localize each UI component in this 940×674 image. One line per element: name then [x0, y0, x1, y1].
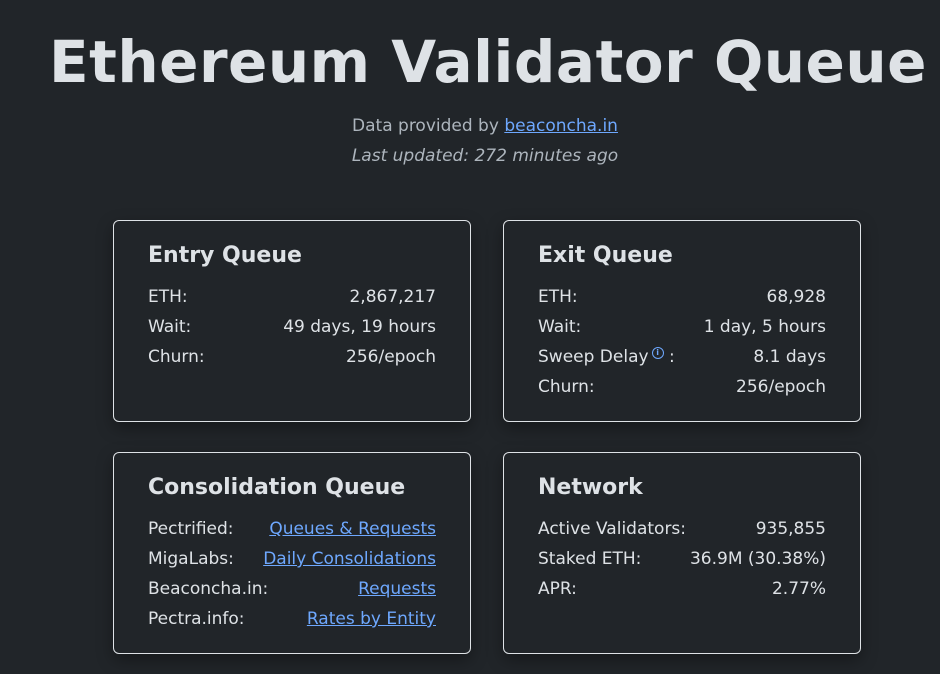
exit-wait-row: Wait: 1 day, 5 hours — [538, 312, 826, 342]
exit-sweep-delay-colon: : — [668, 347, 675, 367]
entry-queue-card: Entry Queue ETH: 2,867,217 Wait: 49 days… — [113, 220, 471, 422]
exit-sweep-delay-label: Sweep Delay — [538, 347, 649, 367]
exit-wait-label: Wait: — [538, 317, 582, 337]
exit-eth-row: ETH: 68,928 — [538, 282, 826, 312]
page-title: Ethereum Validator Queue — [48, 28, 928, 96]
active-validators-label: Active Validators: — [538, 519, 687, 539]
exit-sweep-delay-value: 8.1 days — [753, 347, 826, 367]
rates-by-entity-link[interactable]: Rates by Entity — [307, 609, 436, 629]
entry-churn-value: 256/epoch — [346, 347, 436, 367]
network-staked-eth-row: Staked ETH: 36.9M (30.38%) — [538, 544, 826, 574]
network-title: Network — [538, 475, 643, 500]
consolidation-pectra-info-row: Pectra.info: Rates by Entity — [148, 604, 436, 634]
exit-eth-label: ETH: — [538, 287, 578, 307]
consolidation-migalabs-row: MigaLabs: Daily Consolidations — [148, 544, 436, 574]
consolidation-queue-card: Consolidation Queue Pectrified: Queues &… — [113, 452, 471, 654]
entry-churn-row: Churn: 256/epoch — [148, 342, 436, 372]
exit-eth-value: 68,928 — [766, 287, 826, 307]
entry-wait-value: 49 days, 19 hours — [283, 317, 436, 337]
requests-link[interactable]: Requests — [358, 579, 436, 599]
exit-queue-card: Exit Queue ETH: 68,928 Wait: 1 day, 5 ho… — [503, 220, 861, 422]
entry-churn-label: Churn: — [148, 347, 205, 367]
staked-eth-label: Staked ETH: — [538, 549, 642, 569]
entry-wait-row: Wait: 49 days, 19 hours — [148, 312, 436, 342]
data-source-line: Data provided by beaconcha.in — [0, 116, 940, 136]
apr-label: APR: — [538, 579, 577, 599]
exit-churn-label: Churn: — [538, 377, 595, 397]
exit-churn-value: 256/epoch — [736, 377, 826, 397]
entry-eth-label: ETH: — [148, 287, 188, 307]
data-source-prefix: Data provided by — [352, 116, 505, 136]
queues-requests-link[interactable]: Queues & Requests — [269, 519, 436, 539]
apr-value: 2.77% — [771, 579, 826, 599]
exit-sweep-delay-row: Sweep Delay i : 8.1 days — [538, 342, 826, 372]
exit-queue-title: Exit Queue — [538, 243, 673, 268]
exit-wait-value: 1 day, 5 hours — [703, 317, 826, 337]
network-card: Network Active Validators: 935,855 Stake… — [503, 452, 861, 654]
beaconchain-link[interactable]: beaconcha.in — [504, 116, 618, 136]
beaconchain-label: Beaconcha.in: — [148, 579, 269, 599]
pectrified-label: Pectrified: — [148, 519, 234, 539]
last-updated: Last updated: 272 minutes ago — [351, 146, 619, 166]
consolidation-queue-title: Consolidation Queue — [148, 475, 406, 500]
entry-wait-label: Wait: — [148, 317, 192, 337]
entry-eth-row: ETH: 2,867,217 — [148, 282, 436, 312]
staked-eth-value: 36.9M (30.38%) — [689, 549, 826, 569]
info-circle-icon[interactable]: i — [651, 347, 664, 360]
entry-eth-value: 2,867,217 — [349, 287, 436, 307]
migalabs-label: MigaLabs: — [148, 549, 234, 569]
exit-churn-row: Churn: 256/epoch — [538, 372, 826, 402]
pectra-info-label: Pectra.info: — [148, 609, 245, 629]
active-validators-value: 935,855 — [755, 519, 826, 539]
entry-queue-title: Entry Queue — [148, 243, 302, 268]
network-apr-row: APR: 2.77% — [538, 574, 826, 604]
daily-consolidations-link[interactable]: Daily Consolidations — [263, 549, 436, 569]
network-active-validators-row: Active Validators: 935,855 — [538, 514, 826, 544]
consolidation-beaconchain-row: Beaconcha.in: Requests — [148, 574, 436, 604]
exit-sweep-delay-label-wrap: Sweep Delay i : — [538, 347, 675, 367]
consolidation-pectrified-row: Pectrified: Queues & Requests — [148, 514, 436, 544]
